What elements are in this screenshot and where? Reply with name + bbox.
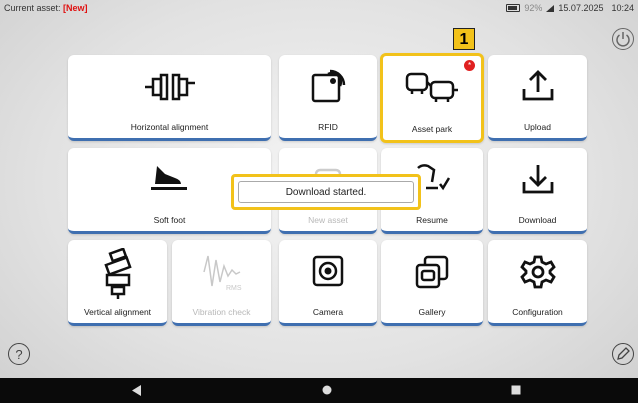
battery-level: 92% [524,3,543,13]
upload-icon [522,70,553,101]
tile-label: New asset [308,215,348,225]
tile-label: Soft foot [153,215,186,225]
tile-label: Resume [416,215,448,225]
gear-icon [519,255,556,289]
tile-label: Configuration [512,307,563,317]
svg-text:RMS: RMS [226,285,242,292]
gallery-icon [415,255,449,289]
date-text: 15.07.2025 [558,3,604,13]
tile-label: Vibration check [192,307,251,317]
current-asset-indicator: Current asset: [New] [4,3,88,13]
camera-icon [312,255,344,287]
tile-gallery[interactable]: Gallery [381,240,483,326]
tile-horizontal-alignment[interactable]: Horizontal alignment [68,55,271,141]
battery-icon [506,4,521,12]
current-asset-label: Current asset: [4,3,61,13]
vibration-check-icon: RMS [202,255,242,292]
tile-rfid[interactable]: RFID [279,55,377,141]
callout-number: 1 [453,28,475,50]
asset-park-icon [405,72,458,102]
tile-label: Upload [524,122,551,132]
tile-vibration-check[interactable]: RMS Vibration check [172,240,271,326]
download-icon [522,165,553,194]
toast-message: Download started. [238,181,414,203]
current-asset-value: [New] [63,3,88,13]
toast-highlight: Download started. [231,174,421,210]
tile-asset-park[interactable]: * Asset park [380,53,484,143]
pencil-icon [617,347,630,360]
signal-icon [546,4,555,12]
tile-label: Gallery [418,307,446,317]
help-button[interactable]: ? [8,343,30,365]
navigation-bar [0,378,638,403]
tile-configuration[interactable]: Configuration [488,240,587,326]
horizontal-alignment-icon [144,73,195,101]
tile-label: Asset park [411,124,453,134]
vertical-alignment-icon [103,248,132,299]
clock-text: 10:24 [611,3,634,13]
rfid-icon [311,69,346,103]
status-bar: Current asset: [New] 92% 15.07.2025 10:2… [0,0,638,16]
help-icon: ? [15,346,23,362]
tile-upload[interactable]: Upload [488,55,587,141]
notification-badge: * [464,60,475,71]
tile-label: Download [518,215,557,225]
edit-button[interactable] [612,343,634,365]
back-icon[interactable] [132,385,142,396]
power-icon [616,32,630,47]
tile-download[interactable]: Download [488,148,587,234]
system-indicators: 92% 15.07.2025 10:24 [506,3,634,13]
tile-label: Horizontal alignment [130,122,209,132]
recents-icon[interactable] [511,385,521,395]
home-icon[interactable] [322,385,332,395]
power-button[interactable] [612,28,634,50]
soft-foot-icon [150,166,187,190]
tile-label: Camera [312,307,344,317]
tile-label: Vertical alignment [83,307,152,317]
tile-camera[interactable]: Camera [279,240,377,326]
tile-vertical-alignment[interactable]: Vertical alignment [68,240,167,326]
tile-label: RFID [318,122,338,132]
